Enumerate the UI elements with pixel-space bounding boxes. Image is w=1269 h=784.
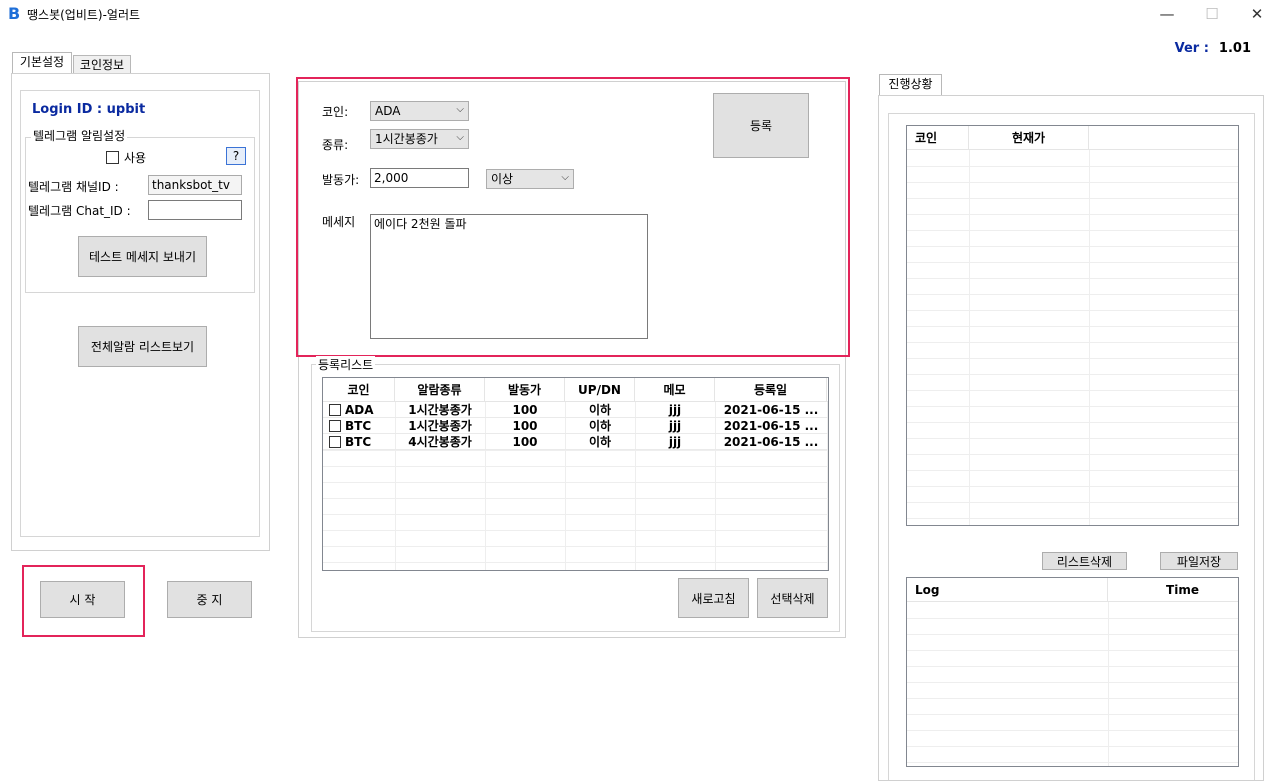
refresh-button[interactable]: 새로고침 bbox=[678, 578, 749, 618]
cell-trigger-price: 100 bbox=[512, 419, 538, 433]
col-current-price[interactable]: 현재가 bbox=[969, 126, 1089, 150]
cell-alarm-type: 1시간봉종가 bbox=[408, 419, 472, 433]
delete-selected-button[interactable]: 선택삭제 bbox=[757, 578, 828, 618]
price-list-header: 코인 현재가 bbox=[907, 126, 1238, 150]
chevron-down-icon: ⌵ bbox=[561, 172, 569, 183]
register-button[interactable]: 등록 bbox=[713, 93, 809, 158]
coin-select-value: ADA bbox=[375, 104, 401, 118]
cell-coin: BTC bbox=[345, 435, 372, 449]
registration-list-title: 등록리스트 bbox=[316, 356, 376, 373]
registration-list-header: 코인 알람종류 발동가 UP/DN 메모 등록일 bbox=[323, 378, 828, 402]
cell-updn: 이하 bbox=[588, 403, 612, 417]
col-updn[interactable]: UP/DN bbox=[565, 378, 635, 402]
version-prefix: Ver : bbox=[1174, 41, 1209, 56]
chevron-down-icon: ⌵ bbox=[456, 132, 464, 143]
cell-reg-date: 2021-06-15 ... bbox=[723, 435, 819, 449]
window-title: 땡스봇(업비트)-얼러트 bbox=[27, 8, 141, 22]
table-row[interactable]: BTC 4시간봉종가 100 이하 jjj 2021-06-15 ... bbox=[323, 434, 828, 450]
channel-id-field[interactable]: thanksbot_tv bbox=[148, 175, 242, 195]
help-button[interactable]: ? bbox=[226, 147, 246, 165]
col-price-coin[interactable]: 코인 bbox=[907, 126, 969, 150]
use-label: 사용 bbox=[124, 151, 147, 165]
condition-select-value: 이상 bbox=[491, 172, 514, 186]
log-list-header: Log Time bbox=[907, 578, 1238, 602]
col-time[interactable]: Time bbox=[1108, 578, 1238, 602]
file-save-button[interactable]: 파일저장 bbox=[1160, 552, 1238, 570]
col-trigger-price[interactable]: 발동가 bbox=[485, 378, 565, 402]
coin-select[interactable]: ADA ⌵ bbox=[370, 101, 469, 121]
type-label: 종류: bbox=[322, 138, 349, 152]
view-all-alarms-button[interactable]: 전체알람 리스트보기 bbox=[78, 326, 207, 367]
basic-settings-panel: Login ID : upbit 텔레그램 알림설정 사용 ? 텔레그램 채널I… bbox=[11, 73, 270, 551]
col-coin[interactable]: 코인 bbox=[323, 378, 395, 402]
condition-select[interactable]: 이상 ⌵ bbox=[486, 169, 574, 189]
cell-reg-date: 2021-06-15 ... bbox=[723, 403, 819, 417]
message-textarea[interactable]: 에이다 2천원 돌파 bbox=[370, 214, 648, 339]
login-id-label: Login ID : upbit bbox=[32, 102, 146, 117]
col-reg-date[interactable]: 등록일 bbox=[715, 378, 827, 402]
maximize-icon[interactable]: ☐ bbox=[1202, 5, 1222, 23]
type-select-value: 1시간봉종가 bbox=[375, 132, 438, 146]
tab-coin-info[interactable]: 코인정보 bbox=[73, 55, 131, 75]
price-list[interactable]: 코인 현재가 bbox=[906, 125, 1239, 526]
cell-coin: BTC bbox=[345, 419, 372, 433]
cell-trigger-price: 100 bbox=[512, 435, 538, 449]
chevron-down-icon: ⌵ bbox=[456, 104, 464, 115]
tab-progress[interactable]: 진행상황 bbox=[879, 74, 942, 96]
coin-label: 코인: bbox=[322, 105, 349, 119]
message-label: 메세지 bbox=[322, 215, 356, 229]
trigger-price-field[interactable]: 2,000 bbox=[370, 168, 469, 188]
telegram-group-title: 텔레그램 알림설정 bbox=[31, 127, 128, 144]
trigger-price-label: 발동가: bbox=[322, 173, 360, 187]
cell-updn: 이하 bbox=[588, 419, 612, 433]
col-memo[interactable]: 메모 bbox=[635, 378, 715, 402]
log-list[interactable]: Log Time bbox=[906, 577, 1239, 767]
cell-updn: 이하 bbox=[588, 435, 612, 449]
use-checkbox[interactable] bbox=[106, 151, 119, 164]
send-test-message-button[interactable]: 테스트 메세지 보내기 bbox=[78, 236, 207, 277]
minimize-icon[interactable]: — bbox=[1157, 5, 1177, 23]
col-alarm-type[interactable]: 알람종류 bbox=[395, 378, 485, 402]
chat-id-field[interactable] bbox=[148, 200, 242, 220]
cell-memo: jjj bbox=[668, 419, 682, 433]
chat-id-label: 텔레그램 Chat_ID : bbox=[28, 204, 131, 218]
registration-list[interactable]: 코인 알람종류 발동가 UP/DN 메모 등록일 ADA 1시간봉종가 100 … bbox=[322, 377, 829, 571]
row-checkbox[interactable] bbox=[329, 404, 341, 416]
channel-id-label: 텔레그램 채널ID : bbox=[28, 180, 119, 194]
cell-coin: ADA bbox=[345, 403, 374, 417]
cell-memo: jjj bbox=[668, 435, 682, 449]
table-row[interactable]: BTC 1시간봉종가 100 이하 jjj 2021-06-15 ... bbox=[323, 418, 828, 434]
tab-basic-settings[interactable]: 기본설정 bbox=[12, 52, 72, 74]
row-checkbox[interactable] bbox=[329, 436, 341, 448]
type-select[interactable]: 1시간봉종가 ⌵ bbox=[370, 129, 469, 149]
title-bar: B 땡스봇(업비트)-얼러트 — ☐ ✕ bbox=[0, 0, 1269, 30]
version-number: 1.01 bbox=[1218, 41, 1251, 56]
cell-alarm-type: 4시간봉종가 bbox=[408, 435, 472, 449]
stop-button[interactable]: 중 지 bbox=[167, 581, 252, 618]
settings-box: Login ID : upbit 텔레그램 알림설정 사용 ? 텔레그램 채널I… bbox=[20, 90, 260, 537]
cell-alarm-type: 1시간봉종가 bbox=[408, 403, 472, 417]
table-row[interactable]: ADA 1시간봉종가 100 이하 jjj 2021-06-15 ... bbox=[323, 402, 828, 418]
start-button[interactable]: 시 작 bbox=[40, 581, 125, 618]
version-label: Ver : 1.01 bbox=[1175, 41, 1251, 56]
app-icon: B bbox=[8, 4, 21, 23]
cell-memo: jjj bbox=[668, 403, 682, 417]
cell-trigger-price: 100 bbox=[512, 403, 538, 417]
row-checkbox[interactable] bbox=[329, 420, 341, 432]
close-icon[interactable]: ✕ bbox=[1247, 5, 1267, 23]
list-delete-button[interactable]: 리스트삭제 bbox=[1042, 552, 1127, 570]
cell-reg-date: 2021-06-15 ... bbox=[723, 419, 819, 433]
col-log[interactable]: Log bbox=[907, 578, 1108, 602]
